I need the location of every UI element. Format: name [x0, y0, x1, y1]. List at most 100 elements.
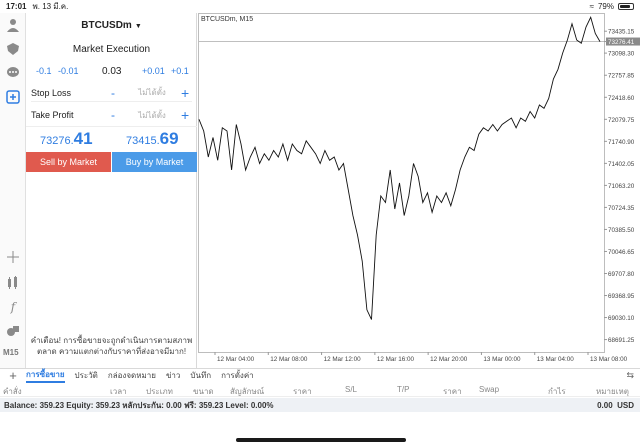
- ask-price-main: 73415.: [126, 135, 160, 147]
- volume-minus-001-button[interactable]: -0.01: [58, 66, 79, 76]
- take-profit-minus-button[interactable]: -: [111, 108, 123, 122]
- y-tick-label: 73098.30: [608, 51, 635, 58]
- col-profit: กำไร: [548, 387, 566, 396]
- y-tick-label: 68691.25: [608, 337, 635, 344]
- stop-loss-minus-button[interactable]: -: [111, 86, 123, 100]
- x-tick-label: 12 Mar 16:00: [377, 356, 415, 363]
- y-tick-label: 72418.60: [608, 95, 635, 102]
- tab-settings[interactable]: การตั้งค่า: [221, 369, 254, 382]
- symbol-selector[interactable]: BTCUSDm ▼: [26, 20, 197, 31]
- y-tick-label: 70385.50: [608, 227, 635, 234]
- y-axis: 73435.15 73276.41 73098.30 72757.85 72418.60…: [604, 29, 640, 344]
- expand-icon[interactable]: ⇆: [626, 370, 634, 381]
- y-tick-label: 71402.05: [608, 161, 635, 168]
- bid-price: 73276.41: [40, 129, 93, 149]
- y-tick-label: 69030.10: [608, 315, 635, 322]
- take-profit-plus-button[interactable]: +: [181, 107, 189, 123]
- col-sl: S/L: [345, 385, 358, 394]
- col-type: ประเภท: [146, 387, 173, 396]
- clock: 17:01: [6, 2, 27, 11]
- plot-frame: [198, 13, 605, 353]
- x-tick-label: 12 Mar 04:00: [217, 356, 255, 363]
- col-time: เวลา: [110, 387, 127, 396]
- tab-history[interactable]: ประวัติ: [75, 369, 98, 382]
- col-order: คำสั่ง: [3, 387, 22, 396]
- bottom-tabs: + การซื้อขาย ประวัติ กล่องจดหมาย ข่าว บั…: [0, 368, 640, 383]
- table-header: คำสั่ง เวลา ประเภท ขนาด สัญลักษณ์ ราคา S…: [0, 383, 640, 397]
- take-profit-input[interactable]: ไม่ได้ตั้ง: [123, 109, 181, 122]
- timeframe-label[interactable]: M15: [3, 348, 19, 357]
- caret-down-icon: ▼: [134, 23, 142, 30]
- volume-value[interactable]: 0.03: [102, 66, 121, 77]
- execution-type[interactable]: Market Execution: [26, 44, 197, 55]
- function-icon[interactable]: f: [5, 299, 21, 315]
- y-tick-label: 71063.20: [608, 183, 635, 190]
- ask-price-pips: 69: [159, 129, 179, 148]
- balance-text: Balance: 359.23 Equity: 359.23 หลักประกั…: [4, 400, 274, 410]
- volume-minus-01-button[interactable]: -0.1: [36, 66, 52, 76]
- y-tick-label: 72757.85: [608, 73, 635, 80]
- status-bar: 17:01 พ. 13 มี.ค. ≈ 79%: [0, 0, 640, 13]
- x-axis: 12 Mar 04:00 12 Mar 08:00 12 Mar 12:00 12 M…: [214, 352, 628, 363]
- left-toolbar: f M15: [0, 13, 26, 368]
- sell-by-market-button[interactable]: Sell by Market: [26, 152, 111, 172]
- y-tick-label: 70046.65: [608, 249, 635, 256]
- y-tick-label: 73276.41: [608, 39, 635, 46]
- col-tp: T/P: [397, 385, 410, 394]
- y-tick-label: 72079.75: [608, 117, 635, 124]
- new-order-icon[interactable]: [5, 89, 21, 105]
- x-tick-label: 13 Mar 00:00: [483, 356, 521, 363]
- objects-icon[interactable]: [5, 323, 21, 339]
- battery-percent: 79%: [597, 2, 614, 11]
- date: พ. 13 มี.ค.: [32, 2, 69, 11]
- volume-plus-01-button[interactable]: +0.1: [171, 66, 189, 76]
- indicators-icon[interactable]: [5, 275, 21, 291]
- wifi-icon: ≈: [589, 2, 594, 11]
- profit-currency: USD: [617, 400, 634, 410]
- col-price-current: ราคา: [443, 387, 462, 396]
- chart-title: BTCUSDm, M15: [201, 16, 253, 23]
- y-tick-label: 69368.95: [608, 293, 635, 300]
- battery-icon: [618, 3, 634, 10]
- col-swap: Swap: [479, 385, 500, 394]
- stop-loss-row: Stop Loss - ไม่ได้ตั้ง +: [31, 84, 192, 102]
- total-profit: 0.00 USD: [597, 401, 634, 410]
- x-tick-label: 12 Mar 08:00: [270, 356, 308, 363]
- order-panel: BTCUSDm ▼ Market Execution -0.1 -0.01 0.0…: [26, 13, 197, 368]
- stop-loss-plus-button[interactable]: +: [181, 85, 189, 101]
- symbol-name: BTCUSDm: [81, 20, 132, 31]
- tab-trade[interactable]: การซื้อขาย: [26, 368, 65, 383]
- bid-price-pips: 41: [73, 129, 93, 148]
- stop-loss-label: Stop Loss: [31, 87, 72, 98]
- quotes: 73276.41 73415.69: [26, 126, 197, 152]
- tab-journal[interactable]: บันทึก: [190, 369, 211, 382]
- tab-news[interactable]: ข่าว: [166, 369, 180, 382]
- crosshair-icon[interactable]: [5, 249, 21, 265]
- price-chart[interactable]: BTCUSDm, M15 73435.15 73276.41 73098.30 727…: [198, 13, 640, 368]
- chart-svg: BTCUSDm, M15 73435.15 73276.41 73098.30 727…: [198, 13, 640, 363]
- col-comment: หมายเหตุ: [596, 387, 629, 396]
- y-tick-label: 70724.35: [608, 205, 635, 212]
- volume-plus-001-button[interactable]: +0.01: [142, 66, 165, 76]
- col-symbol: สัญลักษณ์: [230, 387, 265, 396]
- y-tick-label: 73435.15: [608, 29, 635, 36]
- stop-loss-input[interactable]: ไม่ได้ตั้ง: [123, 86, 181, 99]
- add-icon[interactable]: +: [0, 368, 26, 383]
- x-tick-label: 13 Mar 08:00: [590, 356, 628, 363]
- col-size: ขนาด: [193, 387, 214, 396]
- y-tick-label: 69707.80: [608, 271, 635, 278]
- chat-icon[interactable]: [5, 65, 21, 81]
- shield-icon[interactable]: [5, 41, 21, 57]
- balance-bar: Balance: 359.23 Equity: 359.23 หลักประกั…: [0, 398, 640, 412]
- take-profit-row: Take Profit - ไม่ได้ตั้ง +: [31, 106, 192, 124]
- col-price: ราคา: [293, 387, 312, 396]
- status-right: ≈ 79%: [590, 2, 634, 11]
- home-indicator[interactable]: [236, 438, 406, 442]
- user-icon[interactable]: [5, 17, 21, 33]
- tab-mailbox[interactable]: กล่องจดหมาย: [108, 369, 156, 382]
- buy-by-market-button[interactable]: Buy by Market: [112, 152, 197, 172]
- take-profit-label: Take Profit: [31, 110, 74, 120]
- x-tick-label: 12 Mar 12:00: [324, 356, 362, 363]
- y-tick-label: 71740.90: [608, 139, 635, 146]
- ask-price: 73415.69: [126, 129, 179, 149]
